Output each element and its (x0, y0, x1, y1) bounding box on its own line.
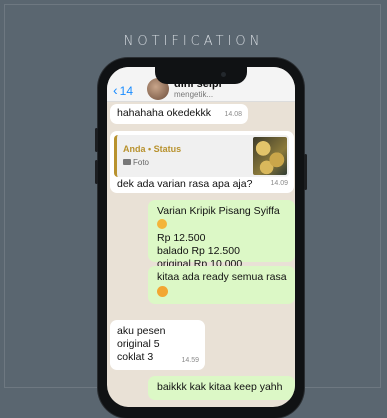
message-outgoing[interactable]: baikkk kak kitaa keep yahh (148, 376, 295, 400)
camera-icon (123, 159, 131, 165)
message-line: original 5 (117, 338, 160, 350)
message-text: hahahaha okedekkk (117, 107, 211, 119)
chevron-left-icon: ‹ (113, 82, 118, 98)
unread-count: 14 (119, 84, 134, 98)
quoted-title: Anda • Status (123, 144, 182, 154)
chat-screen[interactable]: ‹ 14 dini selpi mengetik... hahahaha oked… (107, 67, 295, 407)
message-text: kitaa ada ready semua rasa (157, 271, 287, 283)
side-button-left-1 (95, 128, 98, 152)
phone-notch (155, 67, 247, 84)
message-outgoing[interactable]: Varian Kripik Pisang Syiffa Rp 12.500 ba… (148, 200, 295, 270)
message-line: Rp 12.500 (157, 232, 206, 244)
side-button-right (304, 154, 307, 190)
side-button-left-2 (95, 160, 98, 184)
message-outgoing[interactable]: kitaa ada ready semua rasa (148, 266, 295, 304)
message-emoji-line (157, 284, 288, 299)
message-incoming[interactable]: aku pesen original 5 coklat 3 14.59 (110, 320, 205, 370)
message-text: baikkk kak kitaa keep yahh (157, 381, 283, 393)
quoted-subtitle-text: Foto (133, 158, 150, 167)
status-thumbnail (253, 137, 287, 175)
smile-emoji-icon (157, 286, 168, 297)
back-button[interactable]: ‹ 14 (113, 82, 134, 98)
message-line: balado Rp 12.500 (157, 245, 240, 257)
message-line-text: Varian Kripik Pisang Syiffa (157, 205, 280, 217)
contact-status: mengetik... (174, 90, 214, 99)
message-line: aku pesen (117, 325, 166, 337)
quoted-status[interactable]: Anda • Status Foto (114, 135, 289, 177)
message-line: Varian Kripik Pisang Syiffa (157, 205, 288, 232)
front-camera-icon (221, 72, 226, 77)
sun-emoji-icon (157, 219, 167, 229)
message-time: 14.08 (224, 111, 242, 118)
page-heading: NOTIFICATION (123, 34, 264, 49)
message-time: 14.09 (270, 180, 288, 187)
quoted-subtitle: Foto (123, 156, 149, 169)
message-incoming[interactable]: hahahaha okedekkk 14.08 (110, 104, 248, 124)
phone-frame: ‹ 14 dini selpi mengetik... hahahaha oked… (95, 58, 307, 418)
message-incoming-reply[interactable]: Anda • Status Foto dek ada varian rasa a… (110, 131, 294, 193)
message-text: dek ada varian rasa apa aja? (117, 178, 253, 190)
message-time: 14.59 (181, 357, 199, 364)
